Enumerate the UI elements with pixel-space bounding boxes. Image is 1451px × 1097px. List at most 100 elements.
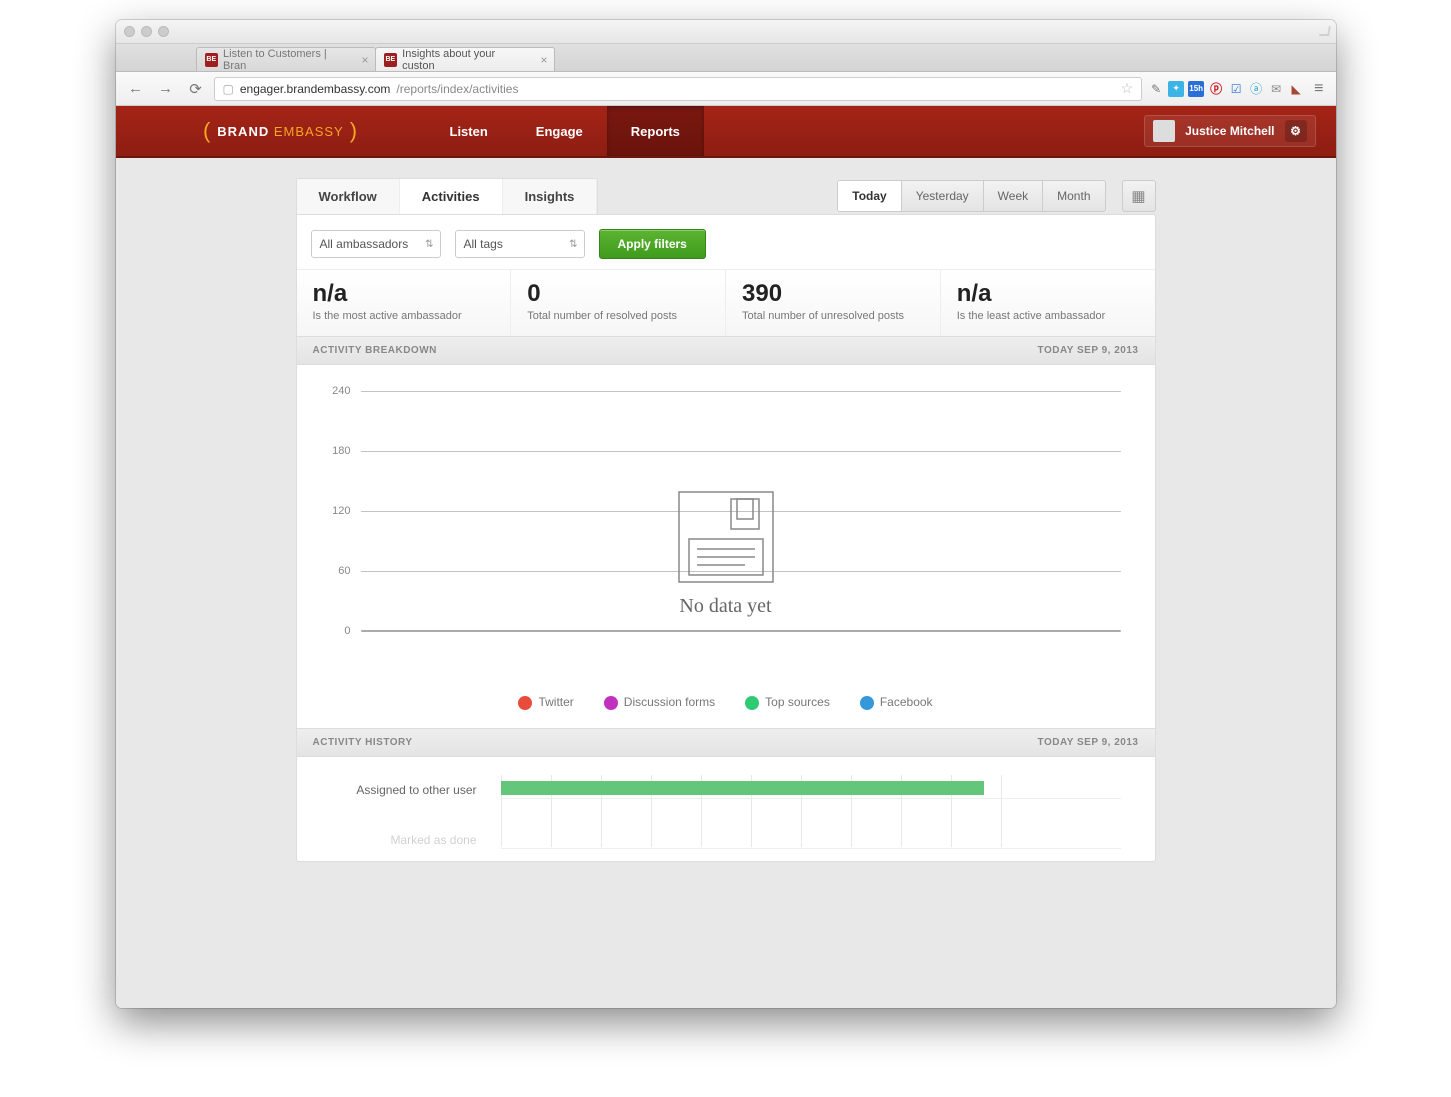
report-subtabs: Workflow Activities Insights: [296, 178, 599, 214]
browser-window: BE Listen to Customers | Bran × BE Insig…: [116, 20, 1336, 1008]
window-traffic-lights[interactable]: [124, 26, 169, 37]
history-chart: Assigned to other user Marked as done: [311, 757, 1141, 847]
close-icon[interactable]: ×: [540, 53, 547, 67]
ytick-label: 180: [311, 445, 361, 457]
close-window-icon[interactable]: [124, 26, 135, 37]
gear-icon[interactable]: ⚙: [1285, 120, 1307, 142]
tab-title: Insights about your custon: [402, 48, 527, 72]
extension-icon[interactable]: 15h: [1188, 81, 1204, 97]
zoom-window-icon[interactable]: [158, 26, 169, 37]
resize-icon[interactable]: [1319, 26, 1331, 36]
stat-least-active: n/a Is the least active ambassador: [941, 270, 1155, 336]
ytick-label: 0: [311, 625, 361, 637]
brand-word-b: EMBASSY: [274, 124, 344, 139]
stat-label: Total number of resolved posts: [527, 310, 709, 322]
bookmark-star-icon[interactable]: ☆: [1121, 80, 1134, 97]
browser-tab[interactable]: BE Listen to Customers | Bran ×: [196, 47, 376, 71]
range-week[interactable]: Week: [983, 180, 1043, 212]
section-date: TODAY SEP 9, 2013: [1038, 737, 1139, 748]
range-today[interactable]: Today: [837, 180, 901, 212]
ambassadors-select[interactable]: All ambassadors: [311, 230, 441, 258]
browser-toolbar: ← → ⟳ ▢ engager.brandembassy.com/reports…: [116, 72, 1336, 106]
nav-reports[interactable]: Reports: [607, 106, 704, 156]
brand-word-a: BRAND: [217, 124, 269, 139]
legend-dot-icon: [745, 696, 759, 710]
history-row-label: Assigned to other user: [311, 783, 491, 797]
user-name: Justice Mitchell: [1185, 124, 1274, 138]
extension-icon[interactable]: ✦: [1168, 81, 1184, 97]
range-month[interactable]: Month: [1042, 180, 1105, 212]
history-bar-track: [501, 781, 1121, 799]
stat-most-active: n/a Is the most active ambassador: [297, 270, 512, 336]
apply-filters-button[interactable]: Apply filters: [599, 229, 706, 259]
browser-tabstrip: BE Listen to Customers | Bran × BE Insig…: [116, 44, 1336, 72]
stat-value: n/a: [957, 280, 1139, 308]
legend-item: Facebook: [860, 695, 933, 710]
extension-icon[interactable]: ⓐ: [1248, 81, 1264, 97]
legend-item: Discussion forms: [604, 695, 715, 710]
back-button[interactable]: ←: [124, 78, 148, 100]
legend-item: Top sources: [745, 695, 830, 710]
time-range-picker: Today Yesterday Week Month: [838, 180, 1105, 212]
no-data-label: No data yet: [671, 595, 781, 618]
section-header-history: ACTIVITY HISTORY TODAY SEP 9, 2013: [297, 728, 1155, 757]
no-data-placeholder: No data yet: [671, 487, 781, 618]
address-bar[interactable]: ▢ engager.brandembassy.com/reports/index…: [214, 77, 1143, 101]
app-header: ( BRAND EMBASSY ) Listen Engage Reports …: [116, 106, 1336, 158]
history-row: Assigned to other user: [501, 777, 1121, 803]
stat-value: 0: [527, 280, 709, 308]
filter-row: All ambassadors All tags Apply filters: [311, 229, 1141, 259]
ytick-label: 120: [311, 505, 361, 517]
section-date: TODAY SEP 9, 2013: [1038, 345, 1139, 356]
brand-logo[interactable]: ( BRAND EMBASSY ): [136, 118, 426, 144]
chart-legend: Twitter Discussion forms Top sources Fac…: [311, 685, 1141, 728]
avatar: [1153, 120, 1175, 142]
section-title: ACTIVITY BREAKDOWN: [313, 345, 437, 356]
legend-dot-icon: [604, 696, 618, 710]
nav-engage[interactable]: Engage: [512, 106, 607, 156]
close-icon[interactable]: ×: [361, 53, 368, 67]
select-value: All ambassadors: [320, 237, 409, 251]
extension-icon[interactable]: ⓟ: [1208, 81, 1224, 97]
stat-value: n/a: [313, 280, 495, 308]
legend-item: Twitter: [518, 695, 573, 710]
extension-icon[interactable]: ✎: [1148, 81, 1164, 97]
history-row: Marked as done: [501, 827, 1121, 853]
legend-dot-icon: [518, 696, 532, 710]
legend-dot-icon: [860, 696, 874, 710]
extension-icon[interactable]: ☑: [1228, 81, 1244, 97]
ytick-label: 60: [311, 565, 361, 577]
calendar-button[interactable]: ▦: [1122, 180, 1156, 212]
extension-icon[interactable]: ◣: [1288, 81, 1304, 97]
stat-value: 390: [742, 280, 924, 308]
browser-tab[interactable]: BE Insights about your custon ×: [375, 47, 555, 71]
reload-button[interactable]: ⟳: [184, 78, 208, 100]
stat-label: Is the least active ambassador: [957, 310, 1139, 322]
window-titlebar: [116, 20, 1336, 44]
url-path: /reports/index/activities: [396, 82, 518, 96]
breakdown-chart: 240 180 120 60 0: [311, 365, 1141, 685]
range-yesterday[interactable]: Yesterday: [901, 180, 984, 212]
nav-listen[interactable]: Listen: [426, 106, 512, 156]
history-bar: [501, 781, 985, 795]
page-icon: ▢: [223, 82, 234, 96]
subtab-workflow[interactable]: Workflow: [297, 179, 400, 214]
section-title: ACTIVITY HISTORY: [313, 737, 413, 748]
page-body: Workflow Activities Insights Today Yeste…: [116, 158, 1336, 1008]
tags-select[interactable]: All tags: [455, 230, 585, 258]
subtab-insights[interactable]: Insights: [503, 179, 598, 214]
report-panel: All ambassadors All tags Apply filters n…: [296, 214, 1156, 862]
favicon-icon: BE: [205, 53, 219, 67]
forward-button[interactable]: →: [154, 78, 178, 100]
calendar-icon: ▦: [1131, 187, 1145, 205]
history-bar-track: [501, 831, 1121, 849]
browser-menu-icon[interactable]: ≡: [1310, 80, 1327, 98]
stat-label: Total number of unresolved posts: [742, 310, 924, 322]
select-value: All tags: [464, 237, 503, 251]
url-host: engager.brandembassy.com: [240, 82, 391, 96]
extension-icon[interactable]: ✉: [1268, 81, 1284, 97]
minimize-window-icon[interactable]: [141, 26, 152, 37]
stat-unresolved: 390 Total number of unresolved posts: [726, 270, 941, 336]
subtab-activities[interactable]: Activities: [400, 179, 503, 214]
user-menu[interactable]: Justice Mitchell ⚙: [1144, 115, 1315, 147]
